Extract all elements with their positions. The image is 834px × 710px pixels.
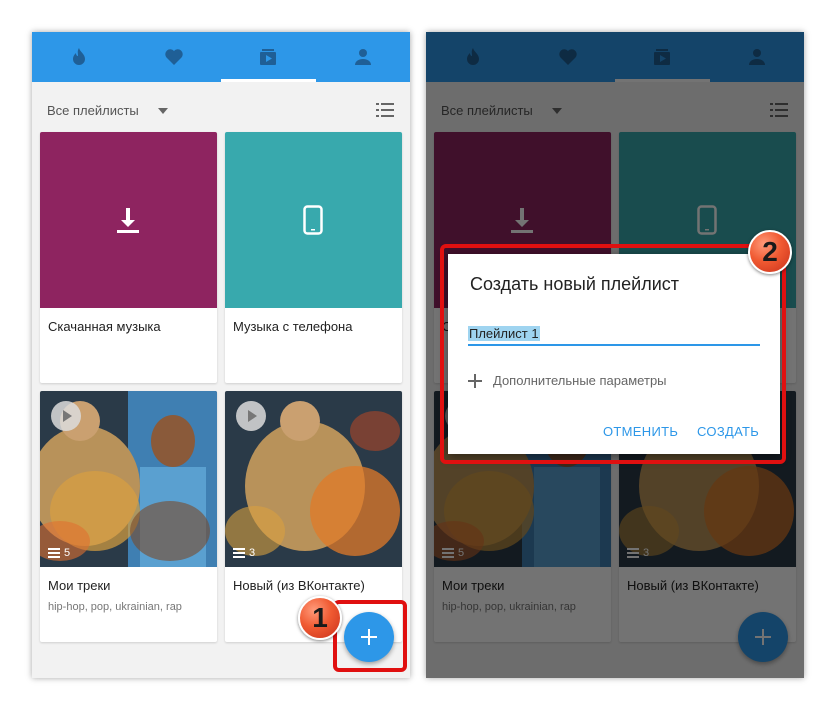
playlist-title: Мои треки — [48, 578, 111, 593]
list-view-icon[interactable] — [376, 102, 394, 118]
playlist-title: Скачанная музыка — [48, 319, 161, 334]
filter-dropdown-label[interactable]: Все плейлисты — [47, 103, 139, 118]
playlist-play-icon — [260, 49, 277, 65]
phone-screen-playlists: Все плейлисты Скачанная музыка Музыка с … — [32, 32, 410, 678]
person-icon — [354, 49, 371, 65]
play-icon[interactable] — [51, 401, 81, 431]
heart-icon — [165, 49, 183, 65]
play-icon[interactable] — [236, 401, 266, 431]
download-icon — [117, 208, 139, 233]
playlist-cover-photo: 5 — [40, 391, 217, 567]
list-icon — [233, 548, 245, 558]
fire-icon — [73, 48, 86, 65]
tab-favorites[interactable] — [127, 32, 222, 82]
track-count-value: 5 — [64, 547, 71, 559]
tab-profile[interactable] — [316, 32, 411, 82]
playlist-card-downloaded[interactable]: Скачанная музыка — [40, 132, 217, 383]
list-icon — [48, 548, 60, 558]
top-tab-bar — [32, 32, 410, 82]
step2-badge: 2 — [748, 230, 792, 274]
playlist-cover — [225, 132, 402, 308]
step2-number: 2 — [762, 236, 778, 267]
step1-number: 1 — [312, 602, 328, 633]
playlist-genres: hip-hop, pop, ukrainian, rap — [48, 601, 182, 613]
playlist-cover-photo: 3 — [225, 391, 402, 567]
phone-icon — [303, 205, 323, 235]
track-count: 3 — [233, 547, 255, 559]
tab-popular[interactable] — [32, 32, 127, 82]
playlist-title: Музыка с телефона — [233, 319, 353, 334]
track-count: 5 — [48, 547, 70, 559]
playlist-card-my-tracks[interactable]: 5 Мои треки hip-hop, pop, ukrainian, rap — [40, 391, 217, 642]
playlist-title: Новый (из ВКонтакте) — [233, 578, 365, 593]
step1-badge: 1 — [298, 596, 342, 640]
step2-highlight — [440, 244, 786, 464]
tab-playlists[interactable] — [221, 32, 316, 82]
playlist-card-phone[interactable]: Музыка с телефона — [225, 132, 402, 383]
chevron-down-icon[interactable] — [158, 108, 168, 114]
step1-highlight — [333, 600, 407, 672]
playlist-cover — [40, 132, 217, 308]
track-count-value: 3 — [249, 547, 256, 559]
playlist-filter-bar: Все плейлисты — [32, 82, 410, 132]
